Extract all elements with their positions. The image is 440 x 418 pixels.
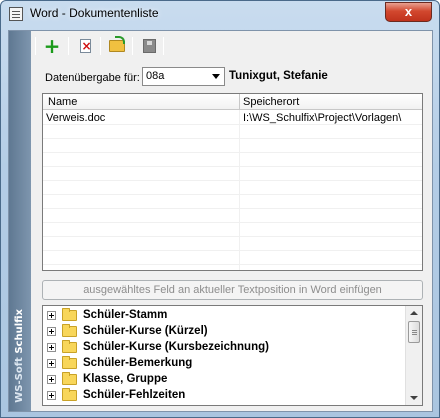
insert-field-button[interactable]: ausgewähltes Feld an aktueller Textposit… bbox=[42, 280, 423, 300]
table-row bbox=[43, 237, 422, 251]
expand-plus-icon[interactable] bbox=[47, 343, 56, 352]
transfer-label: Datenübergabe für: bbox=[45, 72, 140, 84]
folder-icon bbox=[62, 324, 77, 337]
tree-item[interactable]: Schüler-Fehlzeiten bbox=[47, 388, 407, 404]
add-document-button[interactable]: + bbox=[41, 36, 63, 56]
toolbar-separator bbox=[163, 37, 164, 55]
table-row bbox=[43, 167, 422, 181]
tree-item-label: Klasse, Gruppe bbox=[83, 373, 168, 385]
table-row[interactable]: Verweis.doc I:\WS_Schulfix\Project\Vorla… bbox=[43, 111, 422, 125]
tree-item-label: Schüler-Fehlzeiten bbox=[83, 389, 186, 401]
column-divider[interactable] bbox=[239, 94, 240, 110]
table-row bbox=[43, 153, 422, 167]
table-row bbox=[43, 223, 422, 237]
save-button[interactable] bbox=[138, 36, 160, 56]
expand-plus-icon[interactable] bbox=[47, 391, 56, 400]
table-row bbox=[43, 251, 422, 265]
toolbar-separator bbox=[132, 37, 133, 55]
tree-item-label: Schüler-Kurse (Kursbezeichnung) bbox=[83, 341, 269, 353]
table-row bbox=[43, 209, 422, 223]
delete-document-button[interactable] bbox=[74, 36, 96, 56]
brand-text-2: Schulfix bbox=[14, 309, 25, 354]
toolbar-separator bbox=[68, 37, 69, 55]
folder-icon bbox=[62, 356, 77, 369]
brand-logo: WS-Soft Schulfix bbox=[14, 309, 25, 403]
folder-icon bbox=[62, 340, 77, 353]
tree-item[interactable]: Schüler-Bemerkung bbox=[47, 356, 407, 372]
window-title: Word - Dokumentenliste bbox=[30, 6, 159, 20]
list-header: Name Speicherort bbox=[43, 94, 422, 110]
table-row bbox=[43, 139, 422, 153]
expand-plus-icon[interactable] bbox=[47, 359, 56, 368]
chevron-down-icon bbox=[212, 74, 220, 79]
dokumentenliste-window: Word - Dokumentenliste x WS-Soft Schulfi… bbox=[0, 0, 440, 418]
table-row bbox=[43, 195, 422, 209]
scroll-down-icon[interactable] bbox=[410, 396, 418, 400]
expand-plus-icon[interactable] bbox=[47, 327, 56, 336]
class-select-value: 08a bbox=[146, 70, 165, 82]
tree-item[interactable]: Schüler-Kurse (Kursbezeichnung) bbox=[47, 340, 407, 356]
folder-icon bbox=[62, 388, 77, 401]
column-header-name[interactable]: Name bbox=[48, 96, 77, 108]
open-document-button[interactable] bbox=[106, 36, 128, 56]
tree-scrollbar[interactable] bbox=[405, 306, 422, 405]
folder-icon bbox=[62, 372, 77, 385]
tree-item-label: Schüler-Bemerkung bbox=[83, 357, 193, 369]
expand-plus-icon[interactable] bbox=[47, 311, 56, 320]
title-bar[interactable]: Word - Dokumentenliste x bbox=[1, 1, 439, 27]
tree-item-label: Schüler-Stamm bbox=[83, 309, 168, 321]
save-icon bbox=[142, 39, 156, 53]
doc-delete-icon bbox=[79, 39, 92, 53]
document-list[interactable]: Name Speicherort Verweis.doc I:\WS_Schul… bbox=[42, 93, 423, 271]
cell-location: I:\WS_Schulfix\Project\Vorlagen\ bbox=[243, 112, 402, 124]
folder-icon bbox=[62, 308, 77, 321]
scroll-up-icon[interactable] bbox=[410, 311, 418, 315]
field-tree[interactable]: Schüler-Stamm Schüler-Kurse (Kürzel) Sch… bbox=[42, 305, 423, 406]
close-button[interactable]: x bbox=[385, 2, 432, 22]
tree-item[interactable]: Schüler-Stamm bbox=[47, 308, 407, 324]
toolbar-separator bbox=[35, 37, 36, 55]
folder-open-icon bbox=[109, 36, 125, 52]
column-header-location[interactable]: Speicherort bbox=[243, 96, 299, 108]
tree-item[interactable]: Schüler-Kurse (Kürzel) bbox=[47, 324, 407, 340]
table-row bbox=[43, 125, 422, 139]
tree-item[interactable]: Klasse, Gruppe bbox=[47, 372, 407, 388]
class-select[interactable]: 08a bbox=[142, 67, 225, 86]
brand-text-1: WS-Soft bbox=[14, 353, 25, 403]
brand-sidebar: WS-Soft Schulfix bbox=[9, 31, 31, 411]
toolbar-separator bbox=[100, 37, 101, 55]
plus-icon: + bbox=[43, 34, 61, 58]
expand-plus-icon[interactable] bbox=[47, 375, 56, 384]
cell-name: Verweis.doc bbox=[46, 112, 106, 124]
window-icon bbox=[9, 7, 23, 21]
scroll-thumb[interactable] bbox=[408, 321, 420, 343]
student-name: Tunixgut, Stefanie bbox=[229, 70, 328, 82]
tree-item-label: Schüler-Kurse (Kürzel) bbox=[83, 325, 208, 337]
toolbar: + bbox=[35, 34, 425, 58]
table-row bbox=[43, 181, 422, 195]
client-area: WS-Soft Schulfix + Datenübergabe für: 08… bbox=[8, 30, 433, 412]
